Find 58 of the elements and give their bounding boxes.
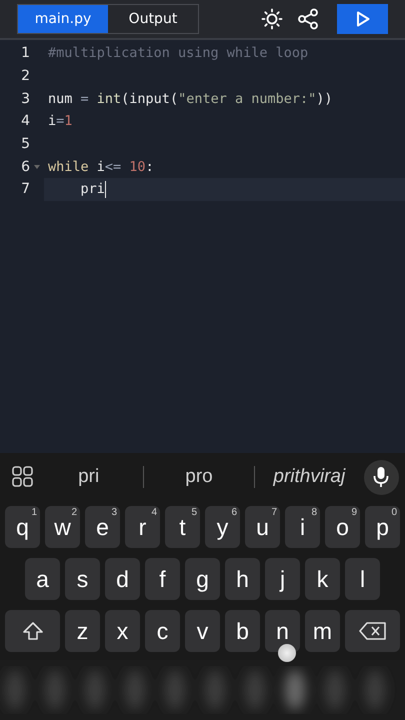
- line-number: 7: [20, 181, 30, 198]
- letter-key[interactable]: g: [185, 558, 220, 600]
- code-line: i=1: [47, 112, 74, 132]
- line-number: 4: [20, 113, 30, 130]
- line-number: 3: [20, 90, 30, 107]
- letter-key[interactable]: a: [25, 558, 60, 600]
- number-hint: 4: [151, 507, 157, 518]
- word-suggestion[interactable]: pri: [34, 466, 144, 488]
- number-hint: 7: [271, 507, 277, 518]
- word-suggestion[interactable]: prithviraj: [254, 466, 364, 488]
- letter-key[interactable]: l: [345, 558, 380, 600]
- sun-icon: [261, 8, 283, 30]
- code-line: num = int(input("enter a number:")): [47, 90, 334, 109]
- letter-key[interactable]: k: [305, 558, 340, 600]
- run-button[interactable]: [337, 4, 388, 34]
- backspace-key[interactable]: [345, 610, 400, 652]
- letter-key[interactable]: n: [265, 610, 300, 652]
- microphone-icon: [373, 466, 390, 488]
- letter-key[interactable]: s: [65, 558, 100, 600]
- letter-key[interactable]: j: [265, 558, 300, 600]
- number-hint: 3: [111, 507, 117, 518]
- shift-icon: [22, 621, 44, 641]
- letter-key[interactable]: t 5: [165, 506, 200, 548]
- number-hint: 0: [391, 507, 397, 518]
- file-tab[interactable]: main.py: [18, 5, 108, 33]
- number-hint: 6: [231, 507, 237, 518]
- line-number: 6: [20, 158, 30, 175]
- code-line: #multiplication using while loop: [47, 44, 310, 64]
- letter-key[interactable]: d: [105, 558, 140, 600]
- line-number: 2: [20, 68, 30, 84]
- letter-key[interactable]: m: [305, 610, 340, 652]
- letter-key[interactable]: z: [65, 610, 100, 652]
- shift-key[interactable]: [5, 610, 60, 652]
- number-hint: 2: [71, 507, 77, 518]
- letter-key[interactable]: b: [225, 610, 260, 652]
- word-suggestion[interactable]: pro: [144, 466, 254, 488]
- number-hint: 8: [311, 507, 317, 518]
- share-icon: [297, 8, 319, 30]
- letter-key[interactable]: c: [145, 610, 180, 652]
- letter-key[interactable]: f: [145, 558, 180, 600]
- letter-key[interactable]: v: [185, 610, 220, 652]
- code-line: while i<= 10:: [47, 158, 155, 177]
- letter-key[interactable]: i 8: [285, 506, 320, 548]
- letter-key[interactable]: h: [225, 558, 260, 600]
- line-number: 5: [20, 136, 30, 152]
- fold-icon[interactable]: [34, 164, 40, 169]
- voice-button[interactable]: [364, 460, 399, 494]
- letter-key[interactable]: r 4: [125, 506, 160, 548]
- text-cursor: [104, 180, 106, 198]
- file-tab[interactable]: Output: [108, 5, 198, 33]
- line-number: 1: [20, 45, 30, 62]
- backspace-icon: [358, 621, 386, 641]
- play-icon: [356, 11, 370, 27]
- number-hint: 1: [31, 507, 37, 518]
- number-hint: 5: [191, 507, 197, 518]
- letter-key[interactable]: x: [105, 610, 140, 652]
- number-hint: 9: [351, 507, 357, 518]
- grid-icon[interactable]: [12, 466, 34, 488]
